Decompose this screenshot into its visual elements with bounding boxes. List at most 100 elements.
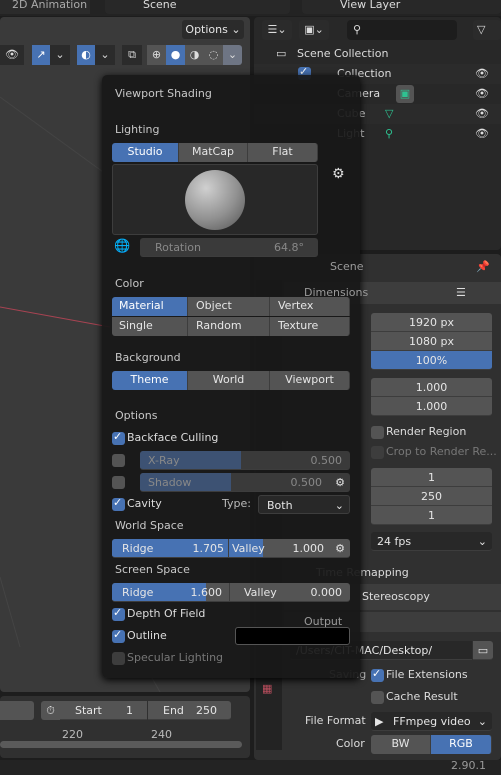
wireframe-shading-icon[interactable]: ⊕: [147, 45, 166, 65]
eye-icon[interactable]: 👁: [475, 85, 489, 103]
timeline-start-field[interactable]: Start 1: [60, 701, 147, 720]
timeline-end-field[interactable]: End 250: [148, 701, 231, 720]
popover-title: Viewport Shading: [115, 87, 212, 100]
lighting-flat-button[interactable]: Flat: [248, 143, 318, 162]
cavity-settings-gear-icon[interactable]: ⚙: [330, 539, 350, 558]
display-mode-dropdown[interactable]: ☰⌄: [262, 20, 292, 40]
folder-browse-icon[interactable]: ▭: [473, 641, 493, 660]
frame-start-field[interactable]: 1: [371, 468, 492, 487]
xray-checkbox[interactable]: [112, 454, 125, 467]
lighting-matcap-button[interactable]: MatCap: [179, 143, 248, 162]
color-rgb-button[interactable]: RGB: [431, 735, 492, 754]
presets-icon[interactable]: ☰: [456, 284, 466, 302]
rotation-value: 64.8°: [274, 241, 304, 254]
shadow-checkbox[interactable]: [112, 476, 125, 489]
world-space-lighting-globe-icon[interactable]: 🌐: [114, 238, 130, 256]
color-random-button[interactable]: Random: [188, 317, 270, 336]
backface-culling-label: Backface Culling: [127, 431, 219, 444]
resolution-x-field[interactable]: 1920 px: [371, 313, 492, 332]
frame-rate-dropdown[interactable]: 24 fps ⌄: [371, 532, 492, 551]
version-label: 2.90.1: [451, 759, 486, 772]
shadow-settings-gear-icon[interactable]: ⚙: [330, 473, 350, 492]
background-viewport-button[interactable]: Viewport: [270, 371, 350, 390]
pin-icon[interactable]: 📌: [476, 258, 490, 276]
screen-valley-slider[interactable]: Valley 0.000: [230, 583, 350, 602]
world-valley-label: Valley: [232, 542, 265, 555]
backface-culling-checkbox[interactable]: [112, 430, 125, 445]
file-format-dropdown[interactable]: ▶ FFmpeg video ⌄: [371, 712, 492, 731]
render-region-checkbox[interactable]: [371, 426, 384, 439]
visibility-icon[interactable]: 👁: [0, 45, 24, 65]
cavity-checkbox[interactable]: [112, 496, 125, 511]
resolution-percent-slider[interactable]: 100%: [371, 351, 492, 370]
dimensions-panel-header[interactable]: Dimensions ☰: [284, 282, 501, 304]
outliner-row-scene-collection[interactable]: ▭ Scene Collection: [254, 44, 501, 64]
studio-light-settings-gear-icon[interactable]: ⚙: [332, 165, 345, 183]
screen-valley-value: 0.000: [310, 586, 343, 599]
xray-label: X-Ray: [148, 454, 180, 467]
xray-toggle-icon[interactable]: ⧉: [122, 45, 142, 65]
studio-light-preview[interactable]: [112, 164, 318, 235]
color-bw-button[interactable]: BW: [371, 735, 431, 754]
solid-shading-icon[interactable]: ●: [166, 45, 185, 65]
timeline-playback-field[interactable]: [0, 701, 34, 720]
frame-end-field[interactable]: 250: [371, 487, 492, 506]
file-extensions-checkbox[interactable]: [371, 667, 384, 682]
viewport-options-dropdown[interactable]: Options ⌄: [182, 20, 244, 39]
aspect-y-field[interactable]: 1.000: [371, 397, 492, 416]
outliner-search-input[interactable]: ⚲: [347, 20, 457, 40]
texture-tab-icon[interactable]: ▦: [262, 680, 272, 698]
timeline-scrollbar[interactable]: [0, 741, 242, 748]
camera-data-icon[interactable]: ▣: [396, 85, 414, 103]
world-ridge-slider[interactable]: Ridge 1.705: [112, 539, 229, 558]
depth-of-field-checkbox[interactable]: [112, 606, 125, 621]
cavity-type-dropdown[interactable]: Both ⌄: [258, 495, 350, 514]
scene-tab-label: Scene: [330, 260, 364, 273]
aspect-x-field[interactable]: 1.000: [371, 378, 492, 397]
specular-lighting-checkbox[interactable]: [112, 652, 125, 665]
cache-result-checkbox[interactable]: [371, 691, 384, 704]
mesh-data-icon[interactable]: ▽: [385, 105, 393, 123]
eye-icon[interactable]: 👁: [475, 125, 489, 143]
lighting-studio-button[interactable]: Studio: [112, 143, 179, 162]
shadow-intensity-slider[interactable]: Shadow 0.500: [140, 473, 330, 492]
light-data-icon[interactable]: ⚲: [385, 125, 393, 143]
stopwatch-icon[interactable]: ⏱: [41, 701, 60, 720]
crop-checkbox[interactable]: [371, 446, 384, 459]
background-label: Background: [115, 351, 181, 364]
options-section-label: Options: [115, 409, 158, 422]
world-valley-slider[interactable]: Valley 1.000: [229, 539, 330, 558]
eye-icon[interactable]: 👁: [475, 105, 489, 123]
gizmo-toggle-icon[interactable]: ↗: [32, 45, 50, 65]
color-texture-button[interactable]: Texture: [270, 317, 350, 336]
outline-checkbox[interactable]: [112, 628, 125, 643]
overlays-toggle-icon[interactable]: ◐: [77, 45, 95, 65]
shading-dropdown[interactable]: ⌄: [223, 45, 242, 65]
shadow-value: 0.500: [290, 476, 323, 489]
sphere-preview: [185, 170, 245, 230]
filter-dropdown-icon[interactable]: ▣⌄: [299, 20, 329, 40]
color-single-button[interactable]: Single: [112, 317, 188, 336]
world-ridge-value: 1.705: [192, 542, 225, 555]
output-panel-header[interactable]: Output: [284, 612, 501, 632]
background-theme-button[interactable]: Theme: [112, 371, 188, 390]
background-world-button[interactable]: World: [188, 371, 270, 390]
workspace-tab[interactable]: 2D Animation: [0, 0, 90, 14]
scene-selector[interactable]: Scene: [105, 0, 290, 14]
rendered-shading-icon[interactable]: ◌: [204, 45, 223, 65]
depth-of-field-label: Depth Of Field: [127, 607, 206, 620]
color-object-button[interactable]: Object: [188, 297, 270, 316]
resolution-y-field[interactable]: 1080 px: [371, 332, 492, 351]
eye-icon[interactable]: 👁: [475, 65, 489, 83]
start-value: 1: [126, 704, 133, 717]
rotation-slider[interactable]: Rotation 64.8°: [140, 238, 318, 257]
screen-ridge-slider[interactable]: Ridge 1.600: [112, 583, 230, 602]
xray-alpha-slider[interactable]: X-Ray 0.500: [140, 451, 350, 470]
view-layer-selector[interactable]: View Layer: [302, 0, 501, 14]
frame-step-field[interactable]: 1: [371, 506, 492, 525]
color-material-button[interactable]: Material: [112, 297, 188, 316]
filter-icon[interactable]: ▽: [473, 20, 501, 40]
gizmo-dropdown[interactable]: ⌄: [50, 45, 70, 65]
overlays-dropdown[interactable]: ⌄: [95, 45, 115, 65]
material-preview-icon[interactable]: ◑: [185, 45, 204, 65]
